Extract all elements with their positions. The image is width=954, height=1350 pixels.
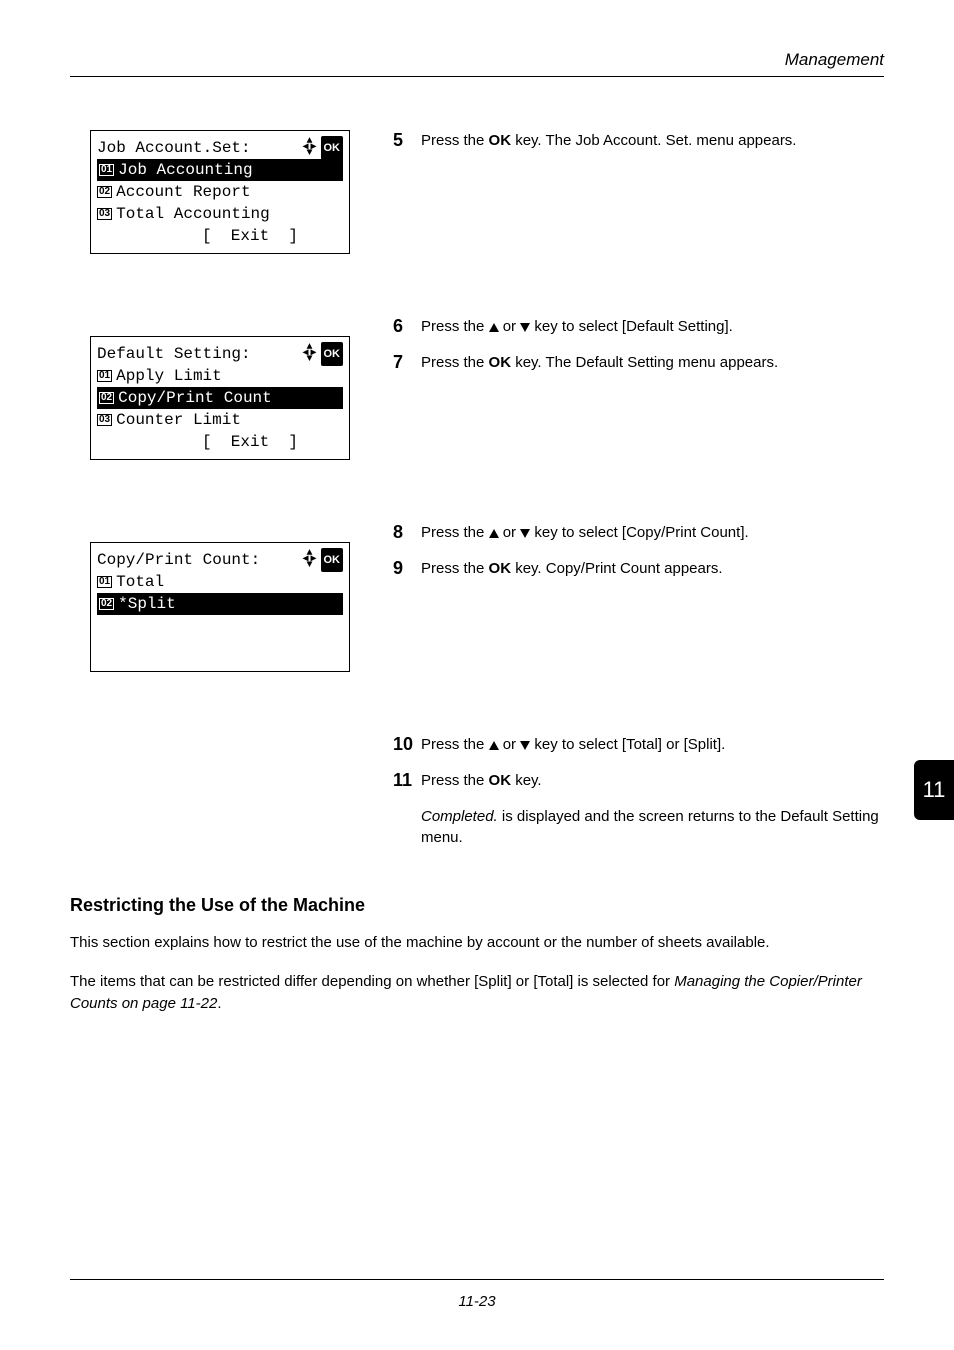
lcd1-line2-num: 02	[97, 186, 112, 198]
section-heading: Restricting the Use of the Machine	[70, 895, 884, 916]
lcd-copy-print-count: Copy/Print Count: ▲◀▶▼ OK 01 Total 02 *S…	[90, 542, 350, 672]
up-arrow-icon	[489, 741, 499, 750]
lcd3-line1-label: Total	[116, 571, 164, 593]
step-7-number: 7	[393, 352, 421, 374]
lcd1-line2-label: Account Report	[116, 181, 250, 203]
lcd1-title: Job Account.Set:	[97, 137, 251, 159]
lcd3-title: Copy/Print Count:	[97, 549, 260, 571]
nav-arrows-icon: ▲◀▶▼	[302, 345, 316, 363]
step-6-text: Press the or key to select [Default Sett…	[421, 316, 884, 338]
header-section: Management	[785, 50, 884, 70]
down-arrow-icon	[520, 529, 530, 538]
nav-arrows-icon: ▲◀▶▼	[302, 139, 316, 157]
step-7-text: Press the OK key. The Default Setting me…	[421, 352, 884, 374]
nav-arrows-icon: ▲◀▶▼	[302, 551, 316, 569]
step-5-number: 5	[393, 130, 421, 152]
step-9-text: Press the OK key. Copy/Print Count appea…	[421, 558, 884, 580]
page-footer: 11-23	[0, 1293, 954, 1310]
lcd1-line3-num: 03	[97, 208, 112, 220]
up-arrow-icon	[489, 323, 499, 332]
lcd2-title: Default Setting:	[97, 343, 251, 365]
lcd3-line2-num: 02	[99, 598, 114, 610]
down-arrow-icon	[520, 323, 530, 332]
down-arrow-icon	[520, 741, 530, 750]
step-5-text: Press the OK key. The Job Account. Set. …	[421, 130, 884, 152]
lcd2-line3-label: Counter Limit	[116, 409, 241, 431]
lcd-job-account-set: Job Account.Set: ▲◀▶▼ OK 01 Job Accounti…	[90, 130, 350, 254]
lcd2-line1-label: Apply Limit	[116, 365, 222, 387]
lcd3-line1-num: 01	[97, 576, 112, 588]
chapter-tab: 11	[914, 760, 954, 820]
step-10-number: 10	[393, 734, 421, 756]
step-8-number: 8	[393, 522, 421, 544]
lcd1-line1-num: 01	[99, 164, 114, 176]
section-para-1: This section explains how to restrict th…	[70, 932, 884, 955]
ok-icon: OK	[321, 342, 344, 366]
lcd2-line1-num: 01	[97, 370, 112, 382]
step-9-number: 9	[393, 558, 421, 580]
lcd1-exit: [ Exit ]	[202, 225, 298, 247]
step-11-text: Press the OK key.	[421, 770, 884, 792]
lcd2-line3-num: 03	[97, 414, 112, 426]
section-para-2: The items that can be restricted differ …	[70, 971, 884, 1016]
step-6-number: 6	[393, 316, 421, 338]
lcd1-line1-label: Job Accounting	[118, 159, 252, 181]
ok-icon: OK	[321, 136, 344, 160]
ok-icon: OK	[321, 548, 344, 572]
lcd-default-setting: Default Setting: ▲◀▶▼ OK 01 Apply Limit …	[90, 336, 350, 460]
header-rule	[70, 76, 884, 77]
step-11-number: 11	[393, 770, 421, 792]
lcd2-exit: [ Exit ]	[202, 431, 298, 453]
step-11-note: Completed. is displayed and the screen r…	[421, 806, 884, 850]
lcd2-line2-num: 02	[99, 392, 114, 404]
step-8-text: Press the or key to select [Copy/Print C…	[421, 522, 884, 544]
lcd3-line2-label: *Split	[118, 593, 176, 615]
lcd2-line2-label: Copy/Print Count	[118, 387, 272, 409]
step-10-text: Press the or key to select [Total] or [S…	[421, 734, 884, 756]
up-arrow-icon	[489, 529, 499, 538]
lcd1-line3-label: Total Accounting	[116, 203, 270, 225]
